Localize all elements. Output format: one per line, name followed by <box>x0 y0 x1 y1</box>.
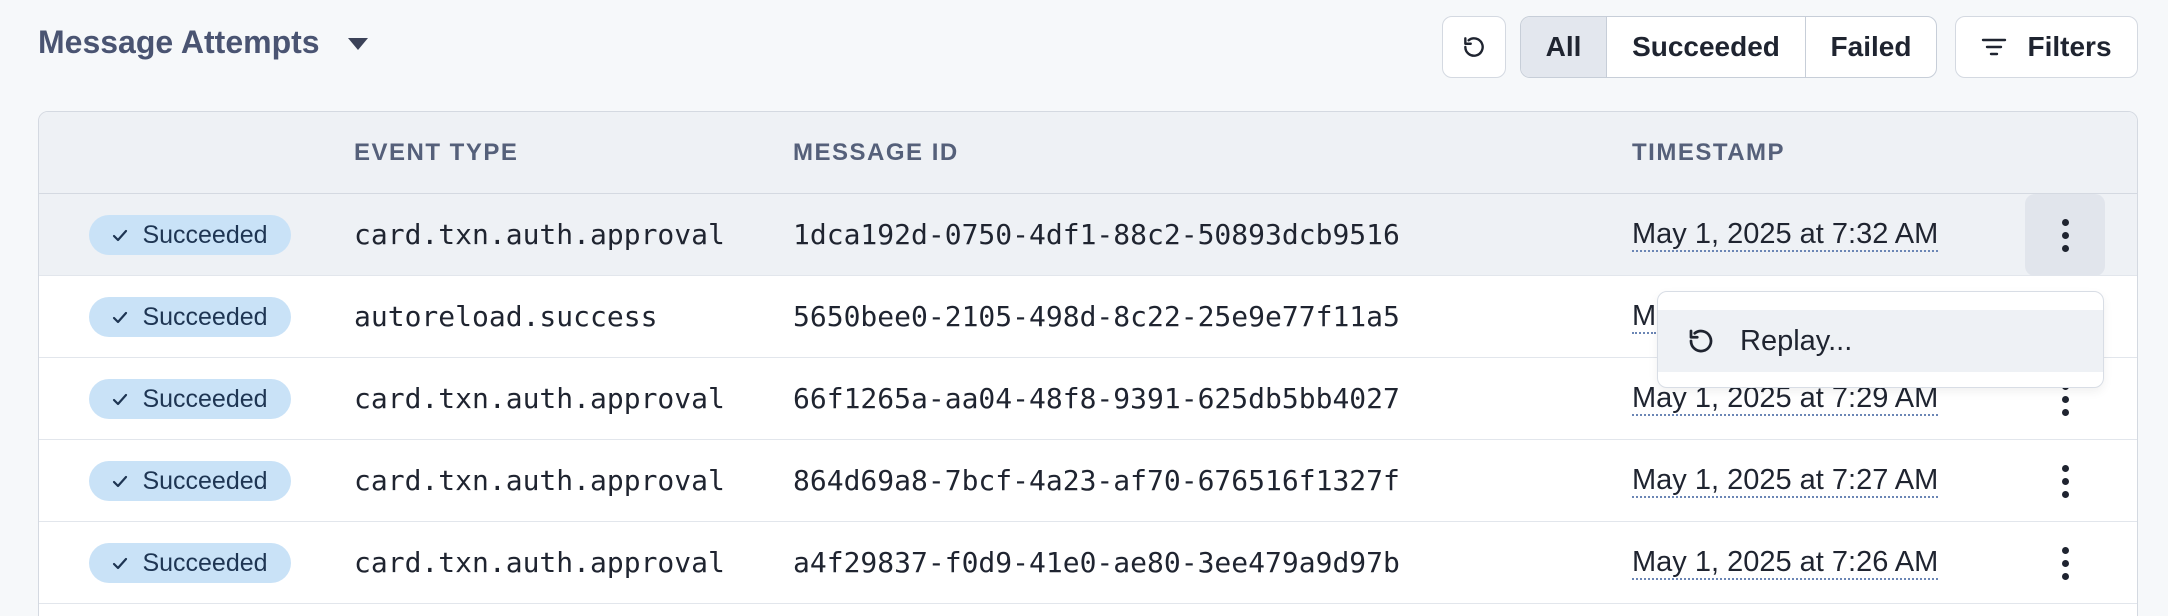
refresh-button[interactable] <box>1442 16 1506 78</box>
timestamp-cell[interactable]: M <box>1632 300 1657 334</box>
filters-button[interactable]: Filters <box>1955 16 2138 78</box>
event-type-cell: card.txn.auth.approval <box>354 382 725 415</box>
message-attempts-page: Message Attempts All Succeeded Failed Fi… <box>0 0 2168 616</box>
message-id-cell[interactable]: 864d69a8-7bcf-4a23-af70-676516f1327f <box>793 464 1400 497</box>
message-id-cell[interactable]: 1dca192d-0750-4df1-88c2-50893dcb9516 <box>793 218 1400 251</box>
segment-failed[interactable]: Failed <box>1806 17 1936 77</box>
refresh-icon <box>1464 37 1484 57</box>
check-icon <box>112 303 128 332</box>
timestamp-cell[interactable]: May 1, 2025 at 7:27 AM <box>1632 464 1939 498</box>
column-header-message-id: MESSAGE ID <box>793 139 959 166</box>
table-row[interactable]: Succeeded card.txn.auth.approval a4f2983… <box>39 522 2137 604</box>
timestamp-cell[interactable]: May 1, 2025 at 7:32 AM <box>1632 218 1939 252</box>
page-title: Message Attempts <box>38 24 320 60</box>
table-row[interactable]: Succeeded card.txn.auth.approval 864d69a… <box>39 440 2137 522</box>
replay-icon <box>1689 329 1713 353</box>
caret-down-icon <box>347 37 368 50</box>
status-badge: Succeeded <box>89 297 291 337</box>
more-vertical-icon <box>2061 464 2069 498</box>
message-id-cell[interactable]: 5650bee0-2105-498d-8c22-25e9e77f11a5 <box>793 300 1400 333</box>
filters-label: Filters <box>2027 31 2112 62</box>
status-badge-label: Succeeded <box>142 548 268 577</box>
check-icon <box>112 549 128 578</box>
page-title-dropdown[interactable]: Message Attempts <box>38 24 368 61</box>
event-type-cell: card.txn.auth.approval <box>354 218 725 251</box>
status-badge: Succeeded <box>89 215 291 255</box>
timestamp-cell[interactable]: May 1, 2025 at 7:26 AM <box>1632 546 1939 580</box>
more-vertical-icon <box>2061 218 2069 252</box>
status-filter-segmented-control: All Succeeded Failed <box>1520 16 1937 78</box>
status-badge: Succeeded <box>89 379 291 419</box>
status-badge-label: Succeeded <box>142 384 268 413</box>
row-actions-button[interactable] <box>2025 440 2105 522</box>
menu-item-replay[interactable]: Replay... <box>1658 310 2103 372</box>
event-type-cell: card.txn.auth.approval <box>354 464 725 497</box>
row-actions-button[interactable] <box>2025 522 2105 604</box>
column-header-event-type: EVENT TYPE <box>354 139 519 166</box>
status-badge: Succeeded <box>89 461 291 501</box>
menu-item-label: Replay... <box>1740 324 1853 357</box>
table-header: EVENT TYPE MESSAGE ID TIMESTAMP <box>39 112 2137 194</box>
status-badge-label: Succeeded <box>142 466 268 495</box>
check-icon <box>112 385 128 414</box>
check-icon <box>112 467 128 496</box>
message-id-cell[interactable]: 66f1265a-aa04-48f8-9391-625db5bb4027 <box>793 382 1400 415</box>
segment-succeeded[interactable]: Succeeded <box>1607 17 1806 77</box>
row-actions-menu: Replay... <box>1657 291 2104 388</box>
event-type-cell: autoreload.success <box>354 300 658 333</box>
column-header-timestamp: TIMESTAMP <box>1632 139 1786 166</box>
more-vertical-icon <box>2061 546 2069 580</box>
table-row[interactable]: Succeeded card.txn.auth.approval 1dca192… <box>39 194 2137 276</box>
check-icon <box>112 221 128 250</box>
status-badge-label: Succeeded <box>142 302 268 331</box>
status-badge-label: Succeeded <box>142 220 268 249</box>
event-type-cell: card.txn.auth.approval <box>354 546 725 579</box>
message-id-cell[interactable]: a4f29837-f0d9-41e0-ae80-3ee479a9d97b <box>793 546 1400 579</box>
status-badge: Succeeded <box>89 543 291 583</box>
filter-icon <box>1982 38 2007 56</box>
row-actions-button[interactable] <box>2025 194 2105 276</box>
segment-all[interactable]: All <box>1521 17 1607 77</box>
